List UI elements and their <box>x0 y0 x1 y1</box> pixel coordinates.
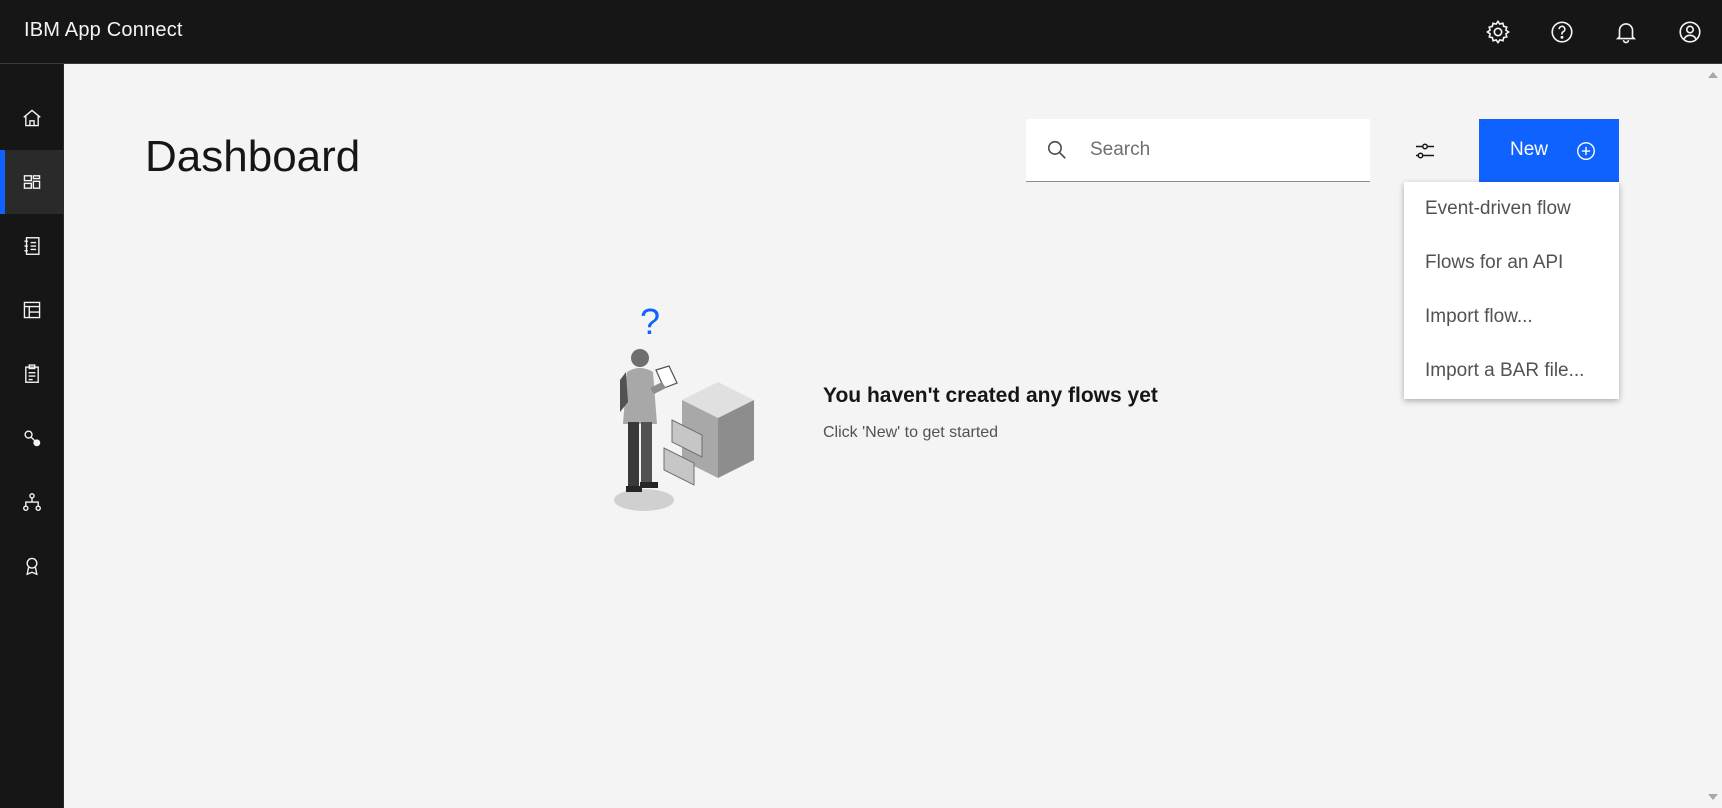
gear-icon <box>1486 20 1510 44</box>
app-header: IBM App Connect <box>0 0 1722 64</box>
side-nav <box>0 64 64 808</box>
sidebar-item-badge[interactable] <box>0 534 64 598</box>
sidebar-item-templates[interactable] <box>0 278 64 342</box>
page-title: Dashboard <box>145 132 361 181</box>
search-box <box>1026 119 1370 182</box>
menu-item-flows-for-api[interactable]: Flows for an API <box>1425 252 1563 274</box>
settings-button[interactable] <box>1466 0 1530 64</box>
home-icon <box>23 109 41 127</box>
hierarchy-icon <box>23 493 41 511</box>
scroll-down-arrow-icon[interactable] <box>1708 794 1718 800</box>
sidebar-item-clipboard[interactable] <box>0 342 64 406</box>
sidebar-item-catalog[interactable] <box>0 214 64 278</box>
templates-icon <box>23 301 41 319</box>
badge-icon <box>26 557 38 576</box>
menu-item-event-driven-flow[interactable]: Event-driven flow <box>1425 198 1571 220</box>
user-avatar-icon <box>1679 21 1701 43</box>
help-icon <box>1551 21 1573 43</box>
menu-item-import-flow[interactable]: Import flow... <box>1425 306 1533 328</box>
header-actions <box>1466 0 1722 64</box>
empty-state-title: You haven't created any flows yet <box>823 384 1158 407</box>
catalog-icon <box>24 237 40 255</box>
sidebar-item-hierarchy[interactable] <box>0 470 64 534</box>
search-input[interactable] <box>1090 119 1360 181</box>
search-icon <box>1047 140 1066 159</box>
help-button[interactable] <box>1530 0 1594 64</box>
sidebar-item-dashboard[interactable] <box>0 150 64 214</box>
question-mark-icon: ? <box>640 301 660 342</box>
notifications-button[interactable] <box>1594 0 1658 64</box>
clipboard-icon <box>25 364 39 383</box>
new-button[interactable]: New <box>1479 119 1619 182</box>
filter-sliders-icon <box>1416 143 1434 158</box>
menu-item-import-bar-file[interactable]: Import a BAR file... <box>1425 360 1584 382</box>
connections-icon <box>24 430 41 447</box>
empty-state-subtitle: Click 'New' to get started <box>823 424 999 441</box>
new-button-label: New <box>1510 139 1549 160</box>
app-title[interactable]: IBM App Connect <box>24 19 183 42</box>
scroll-up-arrow-icon[interactable] <box>1708 72 1718 78</box>
sidebar-item-connections[interactable] <box>0 406 64 470</box>
vertical-scrollbar[interactable] <box>1704 64 1722 808</box>
new-dropdown-menu: Event-driven flow Flows for an API Impor… <box>1404 182 1619 399</box>
empty-state-illustration: ? <box>614 301 754 511</box>
filter-button[interactable] <box>1403 119 1447 182</box>
sidebar-item-home[interactable] <box>0 86 64 150</box>
dashboard-icon <box>23 175 41 189</box>
add-circle-icon <box>1577 142 1595 160</box>
user-profile-button[interactable] <box>1658 0 1722 64</box>
notification-icon <box>1615 23 1637 44</box>
